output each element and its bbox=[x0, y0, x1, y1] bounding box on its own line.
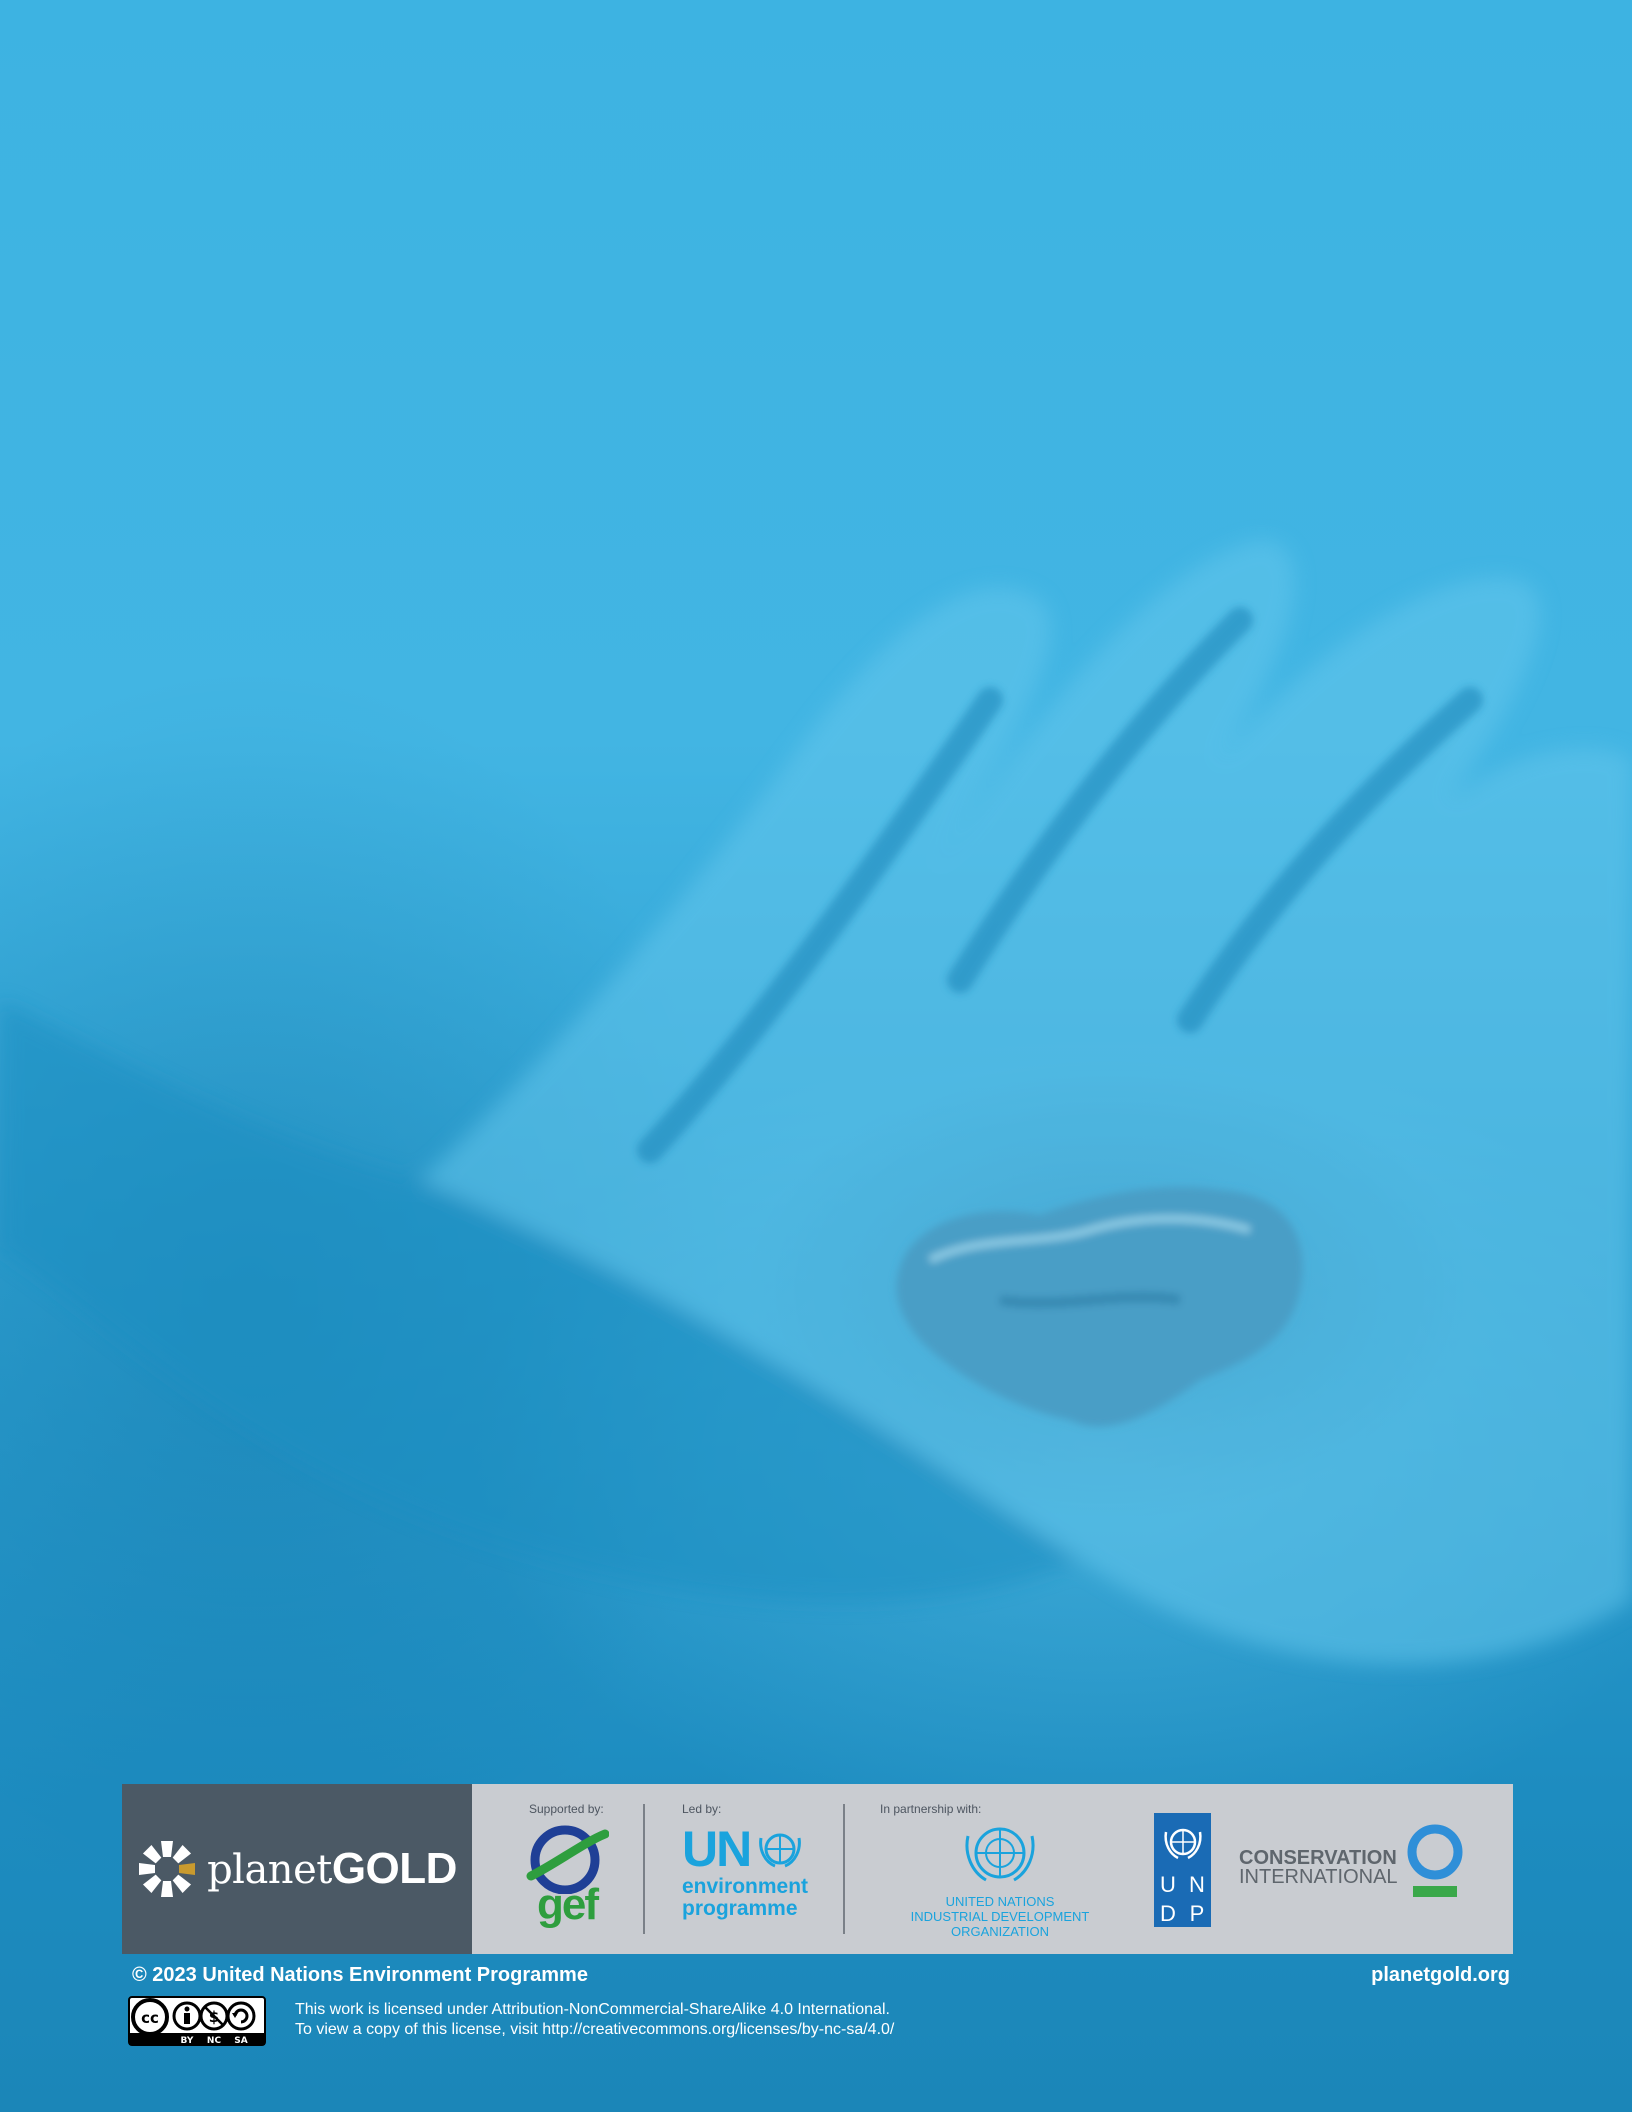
un-wordmark: UN bbox=[682, 1821, 752, 1877]
creative-commons-badge[interactable]: cc $ BY NC SA bbox=[128, 1996, 266, 2046]
unep-wordmark: environment programme bbox=[682, 1876, 808, 1920]
unido-line1: UNITED NATIONS bbox=[945, 1894, 1055, 1909]
divider-2 bbox=[843, 1804, 845, 1934]
in-partnership-with-label: In partnership with: bbox=[880, 1802, 982, 1816]
unep-programme: programme bbox=[682, 1897, 798, 1920]
undp-letter-d: D bbox=[1160, 1901, 1176, 1926]
unido-caption: UNITED NATIONS INDUSTRIAL DEVELOPMENT OR… bbox=[860, 1894, 1140, 1939]
copyright-text: © 2023 United Nations Environment Progra… bbox=[132, 1964, 588, 1986]
undp-emblem-icon bbox=[1163, 1828, 1202, 1859]
undp-logo: U N D P bbox=[1154, 1813, 1211, 1927]
unep-environment: environment bbox=[682, 1875, 809, 1898]
undp-letter-p: P bbox=[1189, 1901, 1205, 1926]
unido-line2: INDUSTRIAL DEVELOPMENT ORGANIZATION bbox=[910, 1909, 1090, 1939]
cc-label-by: BY bbox=[181, 2036, 194, 2046]
cc-label-nc: NC bbox=[207, 2036, 222, 2046]
conservation-international-wordmark: CONSERVATION INTERNATIONAL bbox=[1239, 1848, 1398, 1888]
un-emblem-icon bbox=[759, 1833, 801, 1868]
planetgold-wordmark-bold: GOLD bbox=[331, 1844, 458, 1893]
planetgold-sun-icon bbox=[139, 1841, 196, 1897]
undp-letter-u: U bbox=[1160, 1872, 1176, 1897]
license-line2[interactable]: To view a copy of this license, visit ht… bbox=[295, 2020, 894, 2040]
license-text: This work is licensed under Attribution-… bbox=[295, 2000, 894, 2040]
undp-emblem bbox=[1154, 1813, 1211, 1870]
planetgold-wordmark: planetGOLD bbox=[207, 1844, 457, 1894]
conservation-international-icon bbox=[1407, 1824, 1463, 1897]
svg-text:cc: cc bbox=[141, 2009, 159, 2027]
ci-line2: INTERNATIONAL bbox=[1239, 1866, 1398, 1888]
undp-letter-n: N bbox=[1189, 1872, 1205, 1897]
cc-label-sa: SA bbox=[234, 2036, 247, 2046]
supported-by-label: Supported by: bbox=[529, 1802, 604, 1816]
divider-1 bbox=[643, 1804, 645, 1934]
license-line1: This work is licensed under Attribution-… bbox=[295, 2001, 890, 2018]
website-link[interactable]: planetgold.org bbox=[1371, 1964, 1510, 1987]
sharealike-icon bbox=[226, 2001, 256, 2031]
unido-emblem-icon bbox=[965, 1827, 1035, 1882]
planetgold-wordmark-light: planet bbox=[207, 1847, 332, 1893]
gef-wordmark: gef bbox=[537, 1880, 599, 1929]
led-by-label: Led by: bbox=[682, 1802, 722, 1816]
planetgold-logo: planetGOLD bbox=[122, 1784, 472, 1954]
